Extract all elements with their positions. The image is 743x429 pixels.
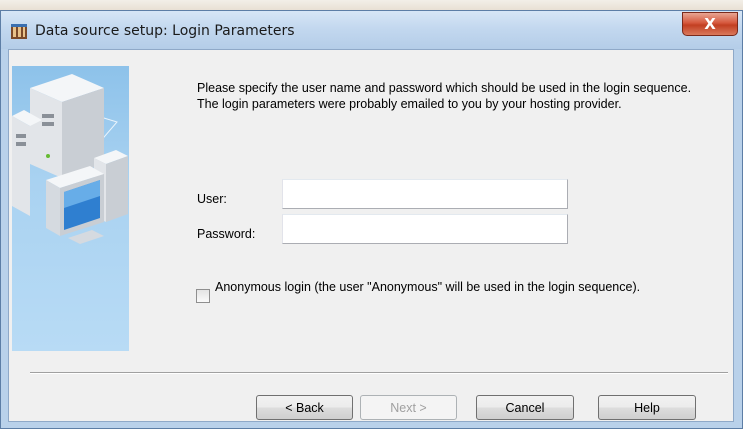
- servers-computer-illustration: [12, 66, 129, 351]
- user-label: User:: [197, 192, 227, 206]
- back-button[interactable]: < Back: [256, 395, 353, 420]
- title-bar[interactable]: Data source setup: Login Parameters X: [1, 11, 742, 49]
- anonymous-login-checkbox[interactable]: [196, 289, 210, 303]
- dialog-window: Data source setup: Login Parameters X Pl…: [0, 10, 743, 429]
- window-title: Data source setup: Login Parameters: [35, 23, 295, 39]
- footer-separator: [30, 372, 728, 374]
- anonymous-login-label: Anonymous login (the user "Anonymous" wi…: [215, 280, 641, 294]
- background-strip: [0, 0, 743, 10]
- cancel-button[interactable]: Cancel: [476, 395, 574, 420]
- close-icon: X: [704, 15, 716, 33]
- intro-text: Please specify the user name and passwor…: [197, 81, 692, 111]
- next-button[interactable]: Next >: [360, 395, 457, 420]
- dialog-content: Please specify the user name and passwor…: [8, 49, 734, 422]
- close-button[interactable]: X: [682, 12, 738, 36]
- user-field[interactable]: [282, 179, 568, 209]
- password-label: Password:: [197, 227, 256, 241]
- help-button[interactable]: Help: [598, 395, 696, 420]
- wizard-app-icon: [10, 22, 28, 40]
- password-field[interactable]: [282, 214, 568, 244]
